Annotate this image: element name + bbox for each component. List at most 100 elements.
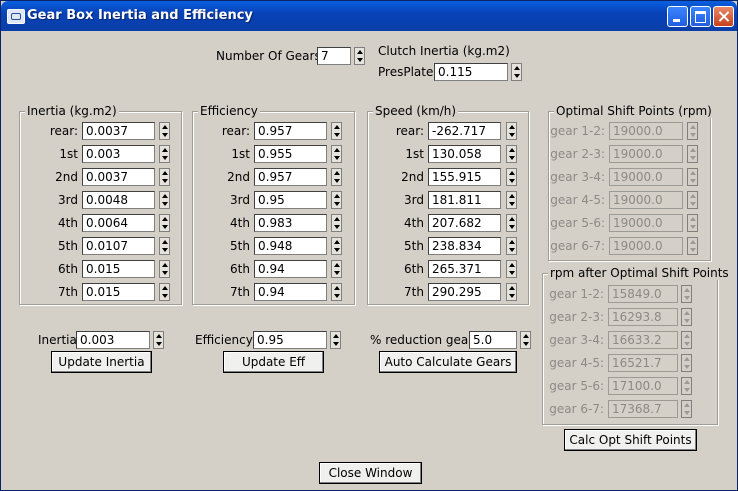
inertia-row-field[interactable]: 0.015	[82, 260, 155, 278]
speed-row-label: 2nd	[401, 170, 424, 184]
efficiency-row-field[interactable]: 0.95	[254, 191, 327, 209]
efficiency-row-label: 1st	[231, 147, 250, 161]
efficiency-row-spinner[interactable]	[331, 168, 342, 186]
inertia-row-spinner[interactable]	[159, 145, 170, 163]
reduction-spinner[interactable]	[520, 331, 531, 349]
after-row-field: 17100.0	[608, 377, 678, 395]
efficiency-row-field[interactable]: 0.94	[254, 260, 327, 278]
gearbox-window: Gear Box Inertia and Efficiency Number O…	[0, 0, 738, 491]
speed-row-spinner[interactable]	[506, 283, 517, 301]
inertia-row-field[interactable]: 0.0037	[82, 168, 155, 186]
optimal-row-field: 19000.0	[609, 191, 683, 209]
efficiency-row-label: 2nd	[227, 170, 250, 184]
presplate-field[interactable]: 0.115	[434, 63, 508, 81]
inertia-row-spinner[interactable]	[159, 237, 170, 255]
optimal-row-field: 19000.0	[609, 145, 683, 163]
efficiency-row-field[interactable]: 0.948	[254, 237, 327, 255]
efficiency-row-spinner[interactable]	[331, 260, 342, 278]
num-gears-field[interactable]: 7	[317, 47, 351, 65]
inertia-group-title: Inertia (kg.m2)	[25, 104, 119, 118]
efficiency-row-label: 7th	[230, 285, 250, 299]
efficiency-row-field[interactable]: 0.94	[254, 283, 327, 301]
efficiency-row-field[interactable]: 0.957	[254, 168, 327, 186]
inertia-row-field[interactable]: 0.0064	[82, 214, 155, 232]
efficiency-row-field[interactable]: 0.983	[254, 214, 327, 232]
close-window-bottom-button[interactable]: Close Window	[319, 462, 422, 484]
speed-row-spinner[interactable]	[506, 168, 517, 186]
update-inertia-button[interactable]: Update Inertia	[51, 351, 152, 373]
speed-row-field[interactable]: 238.834	[428, 237, 501, 255]
speed-row-spinner[interactable]	[506, 122, 517, 140]
efficiency-row-spinner[interactable]	[331, 283, 342, 301]
inertia-row-label: rear:	[49, 124, 78, 138]
num-gears-label: Number Of Gears	[216, 49, 321, 63]
inertia-row-spinner[interactable]	[159, 168, 170, 186]
title-bar[interactable]: Gear Box Inertia and Efficiency	[1, 1, 737, 31]
speed-row-field[interactable]: 181.811	[428, 191, 501, 209]
calc-opt-shift-points-button[interactable]: Calc Opt Shift Points	[564, 429, 697, 451]
optimal-row-label: gear 1-2:	[550, 124, 605, 138]
efficiency-row-spinner[interactable]	[331, 145, 342, 163]
efficiency-row-spinner[interactable]	[331, 237, 342, 255]
inertia-row-label: 3rd	[58, 193, 78, 207]
inertia-row-spinner[interactable]	[159, 122, 170, 140]
speed-row-field[interactable]: 155.915	[428, 168, 501, 186]
optimal-row-label: gear 2-3:	[550, 147, 605, 161]
close-icon	[714, 7, 733, 26]
inertia-row-label: 2nd	[55, 170, 78, 184]
minimize-icon	[668, 7, 687, 26]
speed-row-spinner[interactable]	[506, 237, 517, 255]
inertia-all-field[interactable]: 0.003	[76, 331, 150, 349]
app-icon	[7, 9, 25, 24]
optimal-row-spinner	[687, 237, 698, 255]
speed-row-field[interactable]: 207.682	[428, 214, 501, 232]
speed-row-field[interactable]: 290.295	[428, 283, 501, 301]
rpm-after-group-title: rpm after Optimal Shift Points	[548, 266, 731, 280]
inertia-row-spinner[interactable]	[159, 214, 170, 232]
inertia-row-label: 1st	[59, 147, 78, 161]
efficiency-row-field[interactable]: 0.955	[254, 145, 327, 163]
reduction-field[interactable]: 5.0	[469, 331, 517, 349]
speed-row-field[interactable]: 265.371	[428, 260, 501, 278]
efficiency-row-field[interactable]: 0.957	[254, 122, 327, 140]
inertia-row-spinner[interactable]	[159, 191, 170, 209]
efficiency-all-spinner[interactable]	[330, 331, 341, 349]
maximize-button[interactable]	[690, 6, 711, 27]
efficiency-row-label: 4th	[230, 216, 250, 230]
inertia-row-field[interactable]: 0.0048	[82, 191, 155, 209]
speed-row-spinner[interactable]	[506, 214, 517, 232]
efficiency-row-spinner[interactable]	[331, 122, 342, 140]
inertia-row-field[interactable]: 0.0107	[82, 237, 155, 255]
update-eff-button[interactable]: Update Eff	[223, 351, 324, 373]
after-row-spinner	[681, 354, 692, 372]
speed-row-label: 5th	[404, 239, 424, 253]
efficiency-row-label: 3rd	[230, 193, 250, 207]
close-window-button[interactable]	[713, 6, 734, 27]
presplate-spinner[interactable]	[511, 63, 522, 81]
speed-row-label: 1st	[405, 147, 424, 161]
reduction-label: % reduction gear	[370, 333, 474, 347]
speed-row-spinner[interactable]	[506, 145, 517, 163]
efficiency-row-spinner[interactable]	[331, 191, 342, 209]
inertia-row-field[interactable]: 0.003	[82, 145, 155, 163]
speed-row-spinner[interactable]	[506, 191, 517, 209]
efficiency-group-title: Efficiency	[198, 104, 260, 118]
inertia-row-field[interactable]: 0.0037	[82, 122, 155, 140]
inertia-row-field[interactable]: 0.015	[82, 283, 155, 301]
after-row-field: 17368.7	[608, 400, 678, 418]
efficiency-all-field[interactable]: 0.95	[253, 331, 327, 349]
num-gears-spinner[interactable]	[354, 47, 365, 65]
auto-calculate-gears-button[interactable]: Auto Calculate Gears	[379, 351, 517, 373]
inertia-row-spinner[interactable]	[159, 260, 170, 278]
inertia-row-spinner[interactable]	[159, 283, 170, 301]
inertia-all-spinner[interactable]	[153, 331, 164, 349]
speed-row-field[interactable]: 130.058	[428, 145, 501, 163]
speed-row-spinner[interactable]	[506, 260, 517, 278]
efficiency-row-spinner[interactable]	[331, 214, 342, 232]
speed-row-field[interactable]: -262.717	[428, 122, 501, 140]
speed-group-title: Speed (km/h)	[373, 104, 459, 118]
optimal-row-spinner	[687, 214, 698, 232]
speed-row-label: rear:	[395, 124, 424, 138]
optimal-row-field: 19000.0	[609, 122, 683, 140]
minimize-button[interactable]	[667, 6, 688, 27]
